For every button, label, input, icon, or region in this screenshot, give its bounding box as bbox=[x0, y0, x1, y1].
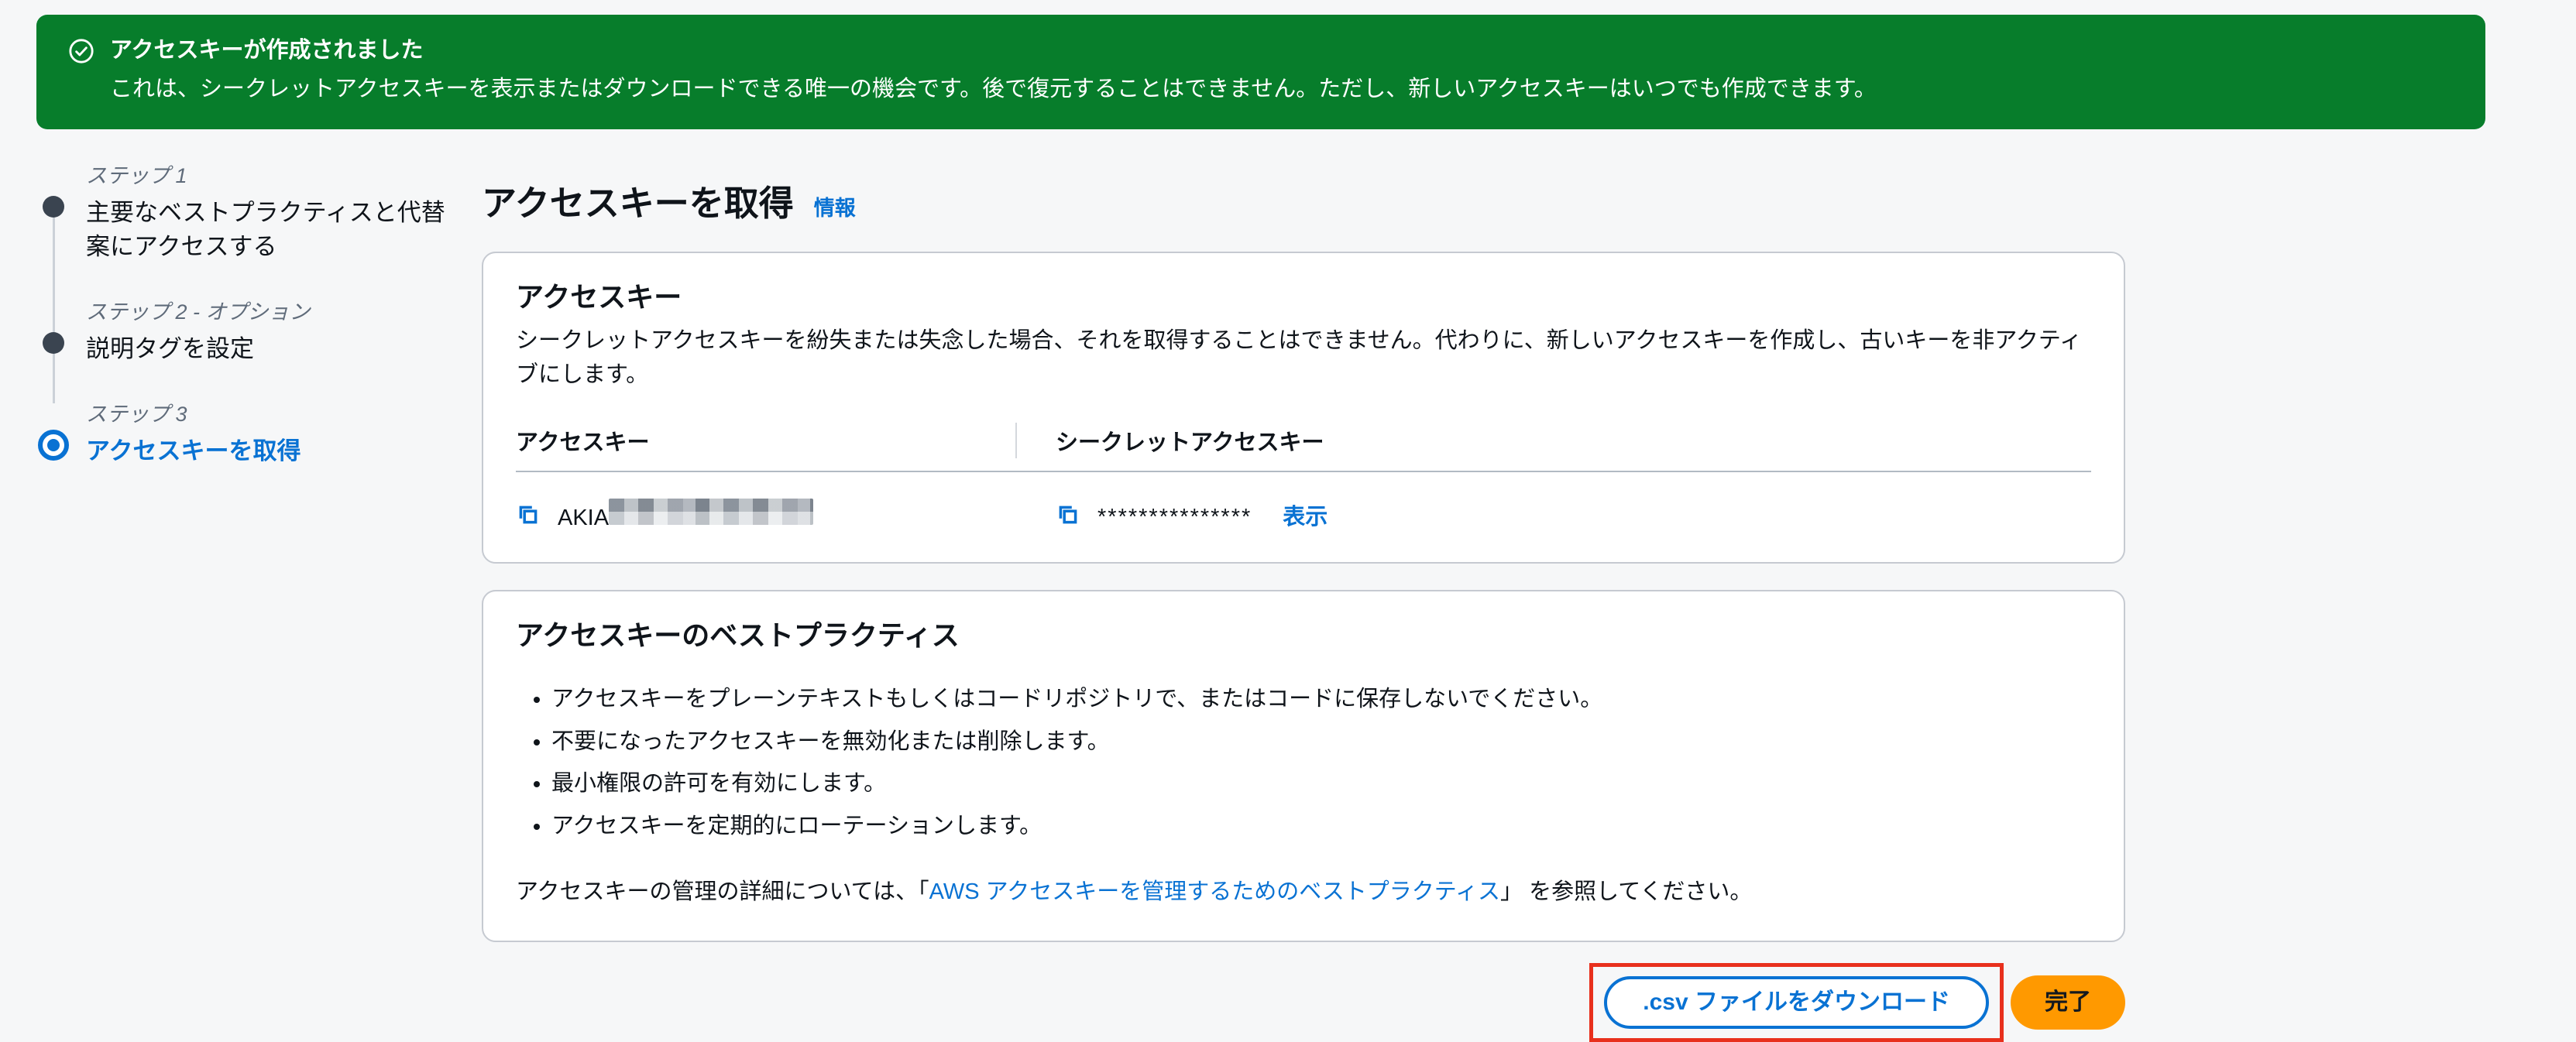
success-flashbar: アクセスキーが作成されました これは、シークレットアクセスキーを表示またはダウン… bbox=[36, 15, 2485, 129]
step-1-label: ステップ 1 bbox=[86, 159, 456, 189]
access-key-value: AKIA bbox=[558, 499, 813, 531]
access-key-cell: AKIA bbox=[516, 499, 1017, 531]
list-item: アクセスキーを定期的にローテーションします。 bbox=[551, 810, 2091, 844]
wizard-step-nav: ステップ 1 主要なベストプラクティスと代替案にアクセスする ステップ 2 - … bbox=[38, 159, 456, 499]
best-practices-list: アクセスキーをプレーンテキストもしくはコードリポジトリで、またはコードに保存しな… bbox=[516, 683, 2091, 843]
access-key-panel: アクセスキー シークレットアクセスキーを紛失または失念した場合、それを取得するこ… bbox=[482, 252, 2125, 564]
best-practices-footer: アクセスキーの管理の詳細については、「AWS アクセスキーを管理するためのベスト… bbox=[516, 876, 2091, 910]
access-key-panel-heading: アクセスキー bbox=[516, 275, 2091, 315]
step-2-completed-marker-icon bbox=[43, 332, 64, 354]
best-practices-heading: アクセスキーのベストプラクティス bbox=[516, 613, 2091, 653]
best-practices-panel: アクセスキーのベストプラクティス アクセスキーをプレーンテキストもしくはコードリ… bbox=[482, 590, 2125, 942]
show-secret-link[interactable]: 表示 bbox=[1283, 505, 1327, 530]
red-highlight-annotation: .csv ファイルをダウンロード bbox=[1589, 963, 2004, 1042]
wizard-actions: .csv ファイルをダウンロード 完了 bbox=[482, 963, 2125, 1042]
secret-access-key-cell: *************** 表示 bbox=[1017, 499, 1327, 531]
secret-access-key-column-header: シークレットアクセスキー bbox=[1017, 424, 1324, 457]
success-check-circle-icon bbox=[68, 38, 94, 68]
wizard-content: アクセスキーを取得 情報 アクセスキー シークレットアクセスキーを紛失または失念… bbox=[482, 175, 2125, 1042]
page-title-row: アクセスキーを取得 情報 bbox=[482, 175, 2125, 225]
info-link[interactable]: 情報 bbox=[814, 191, 856, 221]
list-item: 最小権限の許可を有効にします。 bbox=[551, 767, 2091, 801]
download-csv-button[interactable]: .csv ファイルをダウンロード bbox=[1604, 976, 1989, 1029]
list-item: アクセスキーをプレーンテキストもしくはコードリポジトリで、またはコードに保存しな… bbox=[551, 683, 2091, 717]
access-key-panel-description: シークレットアクセスキーを紛失または失念した場合、それを取得することはできません… bbox=[516, 324, 2091, 392]
step-1-link[interactable]: 主要なベストプラクティスと代替案にアクセスする bbox=[86, 196, 450, 264]
step-3-item-active: ステップ 3 アクセスキーを取得 bbox=[38, 397, 456, 468]
footer-text-suffix: 」 を参照してください。 bbox=[1500, 879, 1752, 904]
manage-access-keys-doc-link[interactable]: AWS アクセスキーを管理するためのベストプラクティス bbox=[929, 879, 1500, 904]
step-3-label: ステップ 3 bbox=[86, 397, 456, 427]
page-title: アクセスキーを取得 bbox=[482, 175, 794, 225]
flashbar-message: これは、シークレットアクセスキーを表示またはダウンロードできる唯一の機会です。後… bbox=[110, 74, 1877, 105]
step-1-completed-marker-icon bbox=[43, 196, 64, 218]
copy-icon bbox=[1056, 518, 1080, 530]
step-2-item: ステップ 2 - オプション 説明タグを設定 bbox=[38, 295, 456, 366]
header-rule bbox=[516, 471, 2091, 472]
masked-asterisks: *************** bbox=[1097, 505, 1252, 530]
step-2-label: ステップ 2 - オプション bbox=[86, 295, 456, 325]
step-3-active-marker-icon bbox=[38, 430, 69, 461]
footer-text-prefix: アクセスキーの管理の詳細については、「 bbox=[516, 879, 929, 904]
key-values-row: AKIA *************** 表示 bbox=[516, 499, 2091, 536]
copy-access-key-button[interactable] bbox=[516, 502, 541, 527]
access-key-prefix: AKIA bbox=[558, 506, 609, 530]
secret-key-masked-value: *************** 表示 bbox=[1097, 499, 1327, 531]
step-2-link[interactable]: 説明タグを設定 bbox=[86, 332, 450, 366]
access-key-redacted-blur bbox=[609, 499, 813, 525]
access-key-column-header: アクセスキー bbox=[516, 424, 1015, 457]
flashbar-text: アクセスキーが作成されました これは、シークレットアクセスキーを表示またはダウン… bbox=[110, 36, 1877, 105]
copy-icon bbox=[516, 518, 541, 530]
copy-secret-key-button[interactable] bbox=[1056, 502, 1080, 527]
step-1-item: ステップ 1 主要なベストプラクティスと代替案にアクセスする bbox=[38, 159, 456, 264]
done-button[interactable]: 完了 bbox=[2011, 975, 2125, 1030]
step-3-link[interactable]: アクセスキーを取得 bbox=[86, 434, 450, 468]
flashbar-title: アクセスキーが作成されました bbox=[110, 36, 1877, 66]
key-columns-header: アクセスキー シークレットアクセスキー bbox=[516, 423, 2091, 458]
list-item: 不要になったアクセスキーを無効化または削除します。 bbox=[551, 725, 2091, 759]
